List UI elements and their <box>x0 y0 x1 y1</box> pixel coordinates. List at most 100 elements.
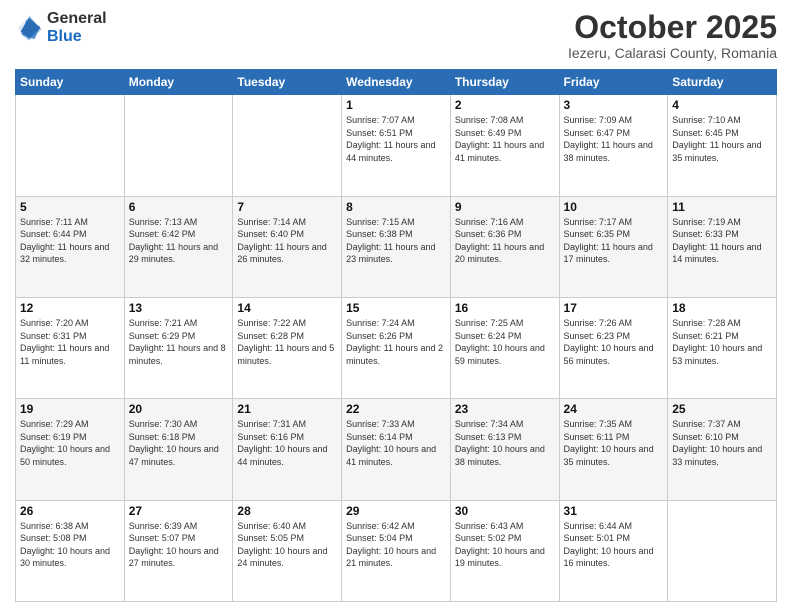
day-number: 2 <box>455 98 555 112</box>
header-saturday: Saturday <box>668 70 777 95</box>
day-number: 5 <box>20 200 120 214</box>
day-number: 9 <box>455 200 555 214</box>
calendar: Sunday Monday Tuesday Wednesday Thursday… <box>15 69 777 602</box>
day-number: 15 <box>346 301 446 315</box>
day-info: Sunrise: 7:07 AM Sunset: 6:51 PM Dayligh… <box>346 114 446 164</box>
table-row: 18 Sunrise: 7:28 AM Sunset: 6:21 PM Dayli… <box>668 297 777 398</box>
day-number: 29 <box>346 504 446 518</box>
day-info: Sunrise: 6:40 AM Sunset: 5:05 PM Dayligh… <box>237 520 337 570</box>
title-area: October 2025 Iezeru, Calarasi County, Ro… <box>568 10 777 61</box>
day-info: Sunrise: 7:22 AM Sunset: 6:28 PM Dayligh… <box>237 317 337 367</box>
header: General Blue October 2025 Iezeru, Calara… <box>15 10 777 61</box>
table-row: 30 Sunrise: 6:43 AM Sunset: 5:02 PM Dayli… <box>450 500 559 601</box>
month-title: October 2025 <box>568 10 777 45</box>
header-sunday: Sunday <box>16 70 125 95</box>
day-number: 17 <box>564 301 664 315</box>
page: General Blue October 2025 Iezeru, Calara… <box>0 0 792 612</box>
table-row: 27 Sunrise: 6:39 AM Sunset: 5:07 PM Dayli… <box>124 500 233 601</box>
day-info: Sunrise: 7:28 AM Sunset: 6:21 PM Dayligh… <box>672 317 772 367</box>
logo-blue: Blue <box>47 28 107 46</box>
header-thursday: Thursday <box>450 70 559 95</box>
day-number: 18 <box>672 301 772 315</box>
day-number: 23 <box>455 402 555 416</box>
table-row: 11Sunrise: 7:19 AM Sunset: 6:33 PM Dayli… <box>668 196 777 297</box>
table-row: 6 Sunrise: 7:13 AM Sunset: 6:42 PM Daylig… <box>124 196 233 297</box>
day-info: Sunrise: 7:09 AM Sunset: 6:47 PM Dayligh… <box>564 114 664 164</box>
day-number: 11 <box>672 200 772 214</box>
header-wednesday: Wednesday <box>342 70 451 95</box>
day-info: Sunrise: 6:42 AM Sunset: 5:04 PM Dayligh… <box>346 520 446 570</box>
table-row: 1 Sunrise: 7:07 AM Sunset: 6:51 PM Daylig… <box>342 95 451 196</box>
table-row: 4 Sunrise: 7:10 AM Sunset: 6:45 PM Daylig… <box>668 95 777 196</box>
day-number: 30 <box>455 504 555 518</box>
day-number: 19 <box>20 402 120 416</box>
week-row-3: 19 Sunrise: 7:29 AM Sunset: 6:19 PM Dayli… <box>16 399 777 500</box>
table-row: 25 Sunrise: 7:37 AM Sunset: 6:10 PM Dayli… <box>668 399 777 500</box>
day-info: Sunrise: 7:31 AM Sunset: 6:16 PM Dayligh… <box>237 418 337 468</box>
table-row: 31 Sunrise: 6:44 AM Sunset: 5:01 PM Dayli… <box>559 500 668 601</box>
table-row <box>668 500 777 601</box>
day-info: Sunrise: 7:35 AM Sunset: 6:11 PM Dayligh… <box>564 418 664 468</box>
day-number: 25 <box>672 402 772 416</box>
table-row: 26Sunrise: 6:38 AM Sunset: 5:08 PM Dayli… <box>16 500 125 601</box>
day-number: 8 <box>346 200 446 214</box>
table-row: 3Sunrise: 7:09 AM Sunset: 6:47 PM Daylig… <box>559 95 668 196</box>
calendar-header-row: Sunday Monday Tuesday Wednesday Thursday… <box>16 70 777 95</box>
day-info: Sunrise: 7:24 AM Sunset: 6:26 PM Dayligh… <box>346 317 446 367</box>
day-info: Sunrise: 7:21 AM Sunset: 6:29 PM Dayligh… <box>129 317 229 367</box>
week-row-2: 12Sunrise: 7:20 AM Sunset: 6:31 PM Dayli… <box>16 297 777 398</box>
day-info: Sunrise: 6:39 AM Sunset: 5:07 PM Dayligh… <box>129 520 229 570</box>
day-number: 6 <box>129 200 229 214</box>
table-row: 12Sunrise: 7:20 AM Sunset: 6:31 PM Dayli… <box>16 297 125 398</box>
day-info: Sunrise: 6:43 AM Sunset: 5:02 PM Dayligh… <box>455 520 555 570</box>
table-row: 24 Sunrise: 7:35 AM Sunset: 6:11 PM Dayli… <box>559 399 668 500</box>
table-row: 14Sunrise: 7:22 AM Sunset: 6:28 PM Dayli… <box>233 297 342 398</box>
day-number: 27 <box>129 504 229 518</box>
table-row: 9 Sunrise: 7:16 AM Sunset: 6:36 PM Daylig… <box>450 196 559 297</box>
table-row: 5 Sunrise: 7:11 AM Sunset: 6:44 PM Daylig… <box>16 196 125 297</box>
day-number: 16 <box>455 301 555 315</box>
day-info: Sunrise: 7:30 AM Sunset: 6:18 PM Dayligh… <box>129 418 229 468</box>
day-number: 21 <box>237 402 337 416</box>
table-row: 21 Sunrise: 7:31 AM Sunset: 6:16 PM Dayli… <box>233 399 342 500</box>
day-info: Sunrise: 7:26 AM Sunset: 6:23 PM Dayligh… <box>564 317 664 367</box>
day-info: Sunrise: 7:20 AM Sunset: 6:31 PM Dayligh… <box>20 317 120 367</box>
week-row-1: 5 Sunrise: 7:11 AM Sunset: 6:44 PM Daylig… <box>16 196 777 297</box>
table-row <box>124 95 233 196</box>
day-info: Sunrise: 7:10 AM Sunset: 6:45 PM Dayligh… <box>672 114 772 164</box>
location: Iezeru, Calarasi County, Romania <box>568 45 777 61</box>
day-info: Sunrise: 7:34 AM Sunset: 6:13 PM Dayligh… <box>455 418 555 468</box>
day-info: Sunrise: 7:08 AM Sunset: 6:49 PM Dayligh… <box>455 114 555 164</box>
day-number: 1 <box>346 98 446 112</box>
table-row: 2 Sunrise: 7:08 AM Sunset: 6:49 PM Daylig… <box>450 95 559 196</box>
table-row: 17 Sunrise: 7:26 AM Sunset: 6:23 PM Dayli… <box>559 297 668 398</box>
day-info: Sunrise: 7:37 AM Sunset: 6:10 PM Dayligh… <box>672 418 772 468</box>
table-row: 10Sunrise: 7:17 AM Sunset: 6:35 PM Dayli… <box>559 196 668 297</box>
table-row <box>16 95 125 196</box>
day-number: 24 <box>564 402 664 416</box>
day-number: 20 <box>129 402 229 416</box>
table-row: 20 Sunrise: 7:30 AM Sunset: 6:18 PM Dayli… <box>124 399 233 500</box>
day-number: 4 <box>672 98 772 112</box>
table-row: 13Sunrise: 7:21 AM Sunset: 6:29 PM Dayli… <box>124 297 233 398</box>
table-row: 19 Sunrise: 7:29 AM Sunset: 6:19 PM Dayli… <box>16 399 125 500</box>
day-info: Sunrise: 7:29 AM Sunset: 6:19 PM Dayligh… <box>20 418 120 468</box>
day-info: Sunrise: 6:44 AM Sunset: 5:01 PM Dayligh… <box>564 520 664 570</box>
table-row <box>233 95 342 196</box>
day-info: Sunrise: 7:16 AM Sunset: 6:36 PM Dayligh… <box>455 216 555 266</box>
day-info: Sunrise: 7:11 AM Sunset: 6:44 PM Dayligh… <box>20 216 120 266</box>
table-row: 15 Sunrise: 7:24 AM Sunset: 6:26 PM Dayli… <box>342 297 451 398</box>
day-number: 10 <box>564 200 664 214</box>
logo-general: General <box>47 10 107 28</box>
day-number: 31 <box>564 504 664 518</box>
logo-text: General Blue <box>47 10 107 45</box>
table-row: 22 Sunrise: 7:33 AM Sunset: 6:14 PM Dayli… <box>342 399 451 500</box>
day-info: Sunrise: 7:25 AM Sunset: 6:24 PM Dayligh… <box>455 317 555 367</box>
logo-icon <box>15 14 43 42</box>
day-info: Sunrise: 7:15 AM Sunset: 6:38 PM Dayligh… <box>346 216 446 266</box>
day-number: 22 <box>346 402 446 416</box>
header-tuesday: Tuesday <box>233 70 342 95</box>
day-info: Sunrise: 7:13 AM Sunset: 6:42 PM Dayligh… <box>129 216 229 266</box>
day-number: 26 <box>20 504 120 518</box>
day-info: Sunrise: 7:33 AM Sunset: 6:14 PM Dayligh… <box>346 418 446 468</box>
